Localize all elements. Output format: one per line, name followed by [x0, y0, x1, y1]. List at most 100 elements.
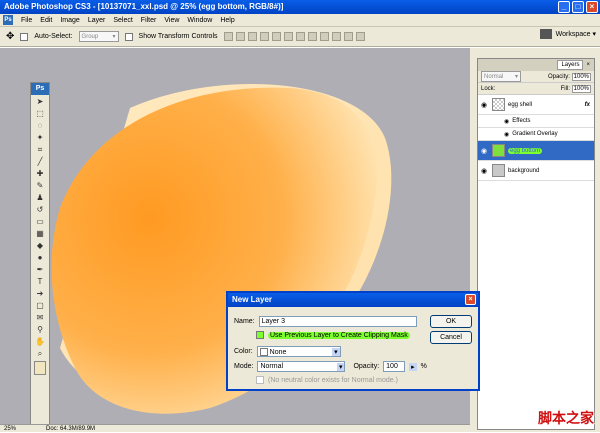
align-center-icon[interactable]: [271, 32, 281, 41]
layer-fill-field[interactable]: 100%: [571, 84, 591, 93]
tab-layers[interactable]: Layers: [557, 60, 584, 70]
eye-icon[interactable]: ◉: [504, 118, 509, 125]
close-button[interactable]: ×: [586, 1, 598, 13]
color-value: None: [269, 348, 287, 356]
align-bottom-icon[interactable]: [247, 32, 257, 41]
clipping-mask-checkbox[interactable]: [256, 331, 264, 339]
distribute-right-icon[interactable]: [355, 32, 365, 41]
align-right-icon[interactable]: [283, 32, 293, 41]
mode-select[interactable]: Normal ▾: [257, 361, 346, 372]
transform-checkbox[interactable]: [124, 32, 133, 41]
ok-button[interactable]: OK: [430, 315, 472, 328]
menu-view[interactable]: View: [160, 17, 183, 24]
mode-label: Mode:: [234, 363, 254, 370]
gradient-icon[interactable]: ▦: [34, 229, 46, 239]
layer-name: background: [508, 167, 540, 174]
hand-icon[interactable]: ✋: [34, 337, 46, 347]
eraser-icon[interactable]: ▭: [34, 217, 46, 227]
minimize-button[interactable]: _: [558, 1, 570, 13]
eye-icon[interactable]: ◉: [481, 167, 489, 175]
menu-edit[interactable]: Edit: [36, 17, 56, 24]
color-swatches-icon[interactable]: [34, 361, 46, 375]
align-middle-icon[interactable]: [235, 32, 245, 41]
window-title: Adobe Photoshop CS3 - [10137071_xxl.psd …: [4, 2, 284, 11]
eye-icon[interactable]: ◉: [481, 147, 489, 155]
distribute-center-icon[interactable]: [343, 32, 353, 41]
notes-icon[interactable]: ✉: [34, 313, 46, 323]
layer-effects[interactable]: ◉ Effects: [478, 115, 594, 128]
layer-name-input[interactable]: Layer 3: [258, 316, 417, 327]
lock-row: Lock: Fill: 100%: [478, 83, 594, 95]
fill-label: Fill:: [560, 85, 570, 92]
workspace-button[interactable]: Workspace ▾: [556, 30, 596, 38]
blend-mode-dropdown[interactable]: Normal ▾: [481, 71, 521, 82]
marquee-icon[interactable]: ⬚: [34, 109, 46, 119]
type-icon[interactable]: T: [34, 277, 46, 287]
distribute-top-icon[interactable]: [295, 32, 305, 41]
menu-layer[interactable]: Layer: [84, 17, 110, 24]
magic-wand-icon[interactable]: ✦: [34, 133, 46, 143]
cancel-button[interactable]: Cancel: [430, 331, 472, 344]
dodge-icon[interactable]: ●: [34, 253, 46, 263]
layer-background[interactable]: ◉ background: [478, 161, 594, 181]
neutral-row: (No neutral color exists for Normal mode…: [256, 376, 398, 384]
move-icon[interactable]: ➤: [34, 97, 46, 107]
move-tool-icon[interactable]: ✥: [6, 31, 14, 42]
zoom-level[interactable]: 25%: [4, 425, 16, 432]
chevron-down-icon: ▾: [332, 347, 340, 356]
mode-value: Normal: [260, 363, 284, 370]
toolbox: Ps ➤ ⬚ ◌ ✦ ⌗ ╱ ✚ ✎ ♟ ↺ ▭ ▦ ◆ ● ✒ T ➔ ▢ ✉…: [30, 82, 50, 428]
options-bar: ✥ Auto-Select: Group ▾ Show Transform Con…: [0, 27, 600, 47]
panel-close-icon[interactable]: ×: [586, 62, 590, 68]
menu-help[interactable]: Help: [216, 17, 238, 24]
lasso-icon[interactable]: ◌: [34, 121, 46, 131]
gradient-overlay-label: Gradient Overlay: [512, 131, 558, 137]
pen-icon[interactable]: ✒: [34, 265, 46, 275]
zoom-icon[interactable]: ⌕: [34, 349, 46, 359]
dialog-opacity-input[interactable]: 100: [383, 361, 406, 372]
neutral-color-label: (No neutral color exists for Normal mode…: [268, 376, 398, 384]
layer-gradient-overlay[interactable]: ◉ Gradient Overlay: [478, 128, 594, 141]
menu-file[interactable]: File: [17, 17, 36, 24]
eyedropper-icon[interactable]: ⚲: [34, 325, 46, 335]
menu-filter[interactable]: Filter: [137, 17, 161, 24]
layer-egg-shell[interactable]: ◉ egg shell fx: [478, 95, 594, 115]
healing-icon[interactable]: ✚: [34, 169, 46, 179]
new-layer-dialog: New Layer × Name: Layer 3 Use Previous L…: [226, 291, 480, 391]
dialog-close-button[interactable]: ×: [465, 294, 476, 305]
align-icons: [223, 32, 365, 41]
opacity-label: Opacity:: [547, 73, 570, 80]
eye-icon[interactable]: ◉: [481, 101, 489, 109]
effects-label: Effects: [512, 118, 531, 124]
dialog-title: New Layer: [232, 295, 273, 304]
distribute-left-icon[interactable]: [331, 32, 341, 41]
slice-icon[interactable]: ╱: [34, 157, 46, 167]
chevron-down-icon: ▾: [514, 74, 518, 80]
opacity-unit: %: [420, 363, 427, 370]
stamp-icon[interactable]: ♟: [34, 193, 46, 203]
brush-icon[interactable]: ✎: [34, 181, 46, 191]
blur-icon[interactable]: ◆: [34, 241, 46, 251]
auto-select-dropdown[interactable]: Group ▾: [78, 31, 119, 42]
align-top-icon[interactable]: [223, 32, 233, 41]
layer-egg-bottom[interactable]: ◉ egg bottom: [478, 141, 594, 161]
maximize-button[interactable]: □: [572, 1, 584, 13]
auto-select-checkbox[interactable]: [20, 32, 29, 41]
crop-icon[interactable]: ⌗: [34, 145, 46, 155]
eye-icon[interactable]: ◉: [504, 131, 509, 138]
align-left-icon[interactable]: [259, 32, 269, 41]
color-select[interactable]: None ▾: [256, 346, 341, 357]
chevron-down-icon: ▾: [336, 362, 345, 371]
shape-icon[interactable]: ▢: [34, 301, 46, 311]
menu-image[interactable]: Image: [56, 17, 83, 24]
auto-select-value: Group: [81, 33, 99, 40]
path-select-icon[interactable]: ➔: [34, 289, 46, 299]
bridge-icon[interactable]: [539, 29, 552, 39]
distribute-middle-icon[interactable]: [307, 32, 317, 41]
opacity-stepper-icon[interactable]: ▸: [409, 362, 417, 371]
distribute-bottom-icon[interactable]: [319, 32, 329, 41]
menu-select[interactable]: Select: [109, 17, 136, 24]
layer-opacity-field[interactable]: 100%: [571, 72, 591, 81]
history-brush-icon[interactable]: ↺: [34, 205, 46, 215]
menu-window[interactable]: Window: [183, 17, 216, 24]
